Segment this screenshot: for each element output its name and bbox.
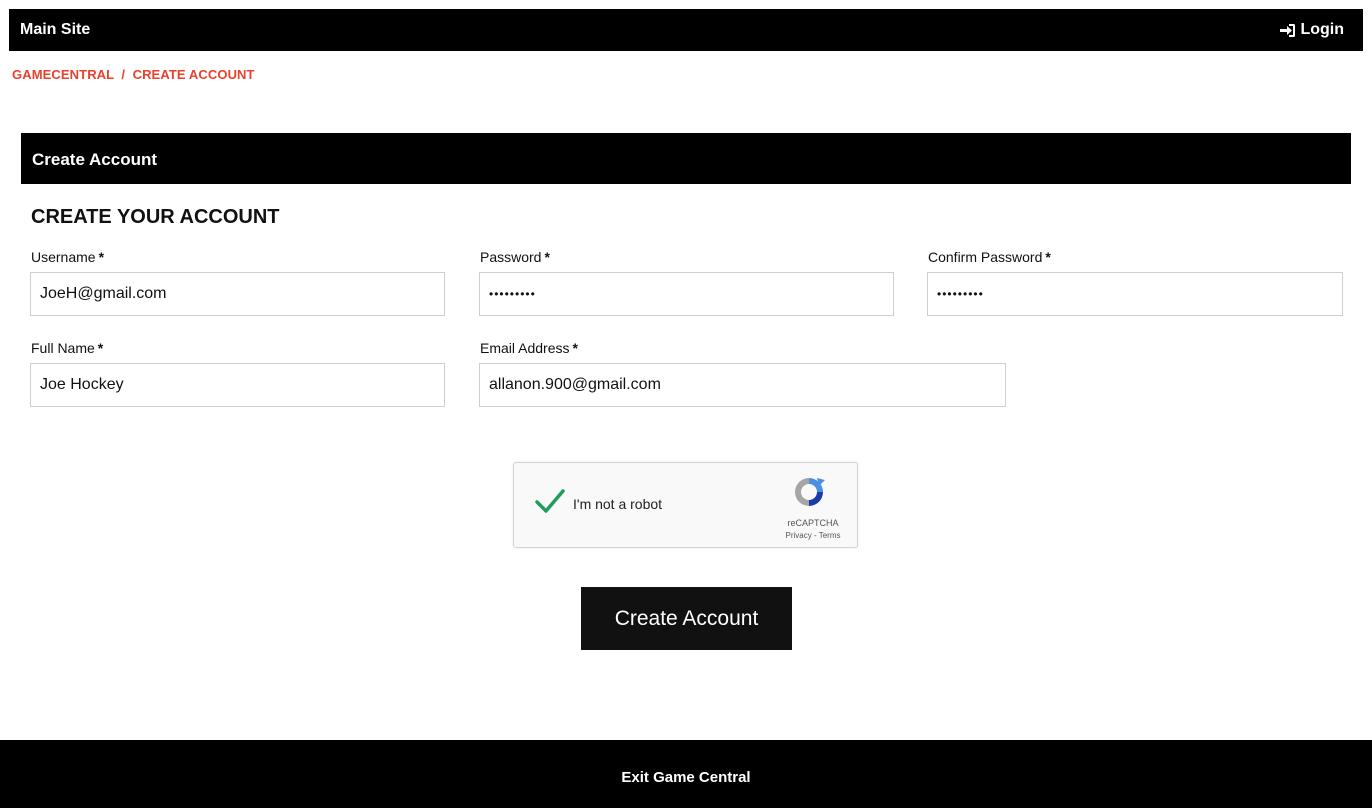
footer: Exit Game Central — [0, 740, 1372, 808]
panel-title: Create Account — [32, 150, 158, 169]
breadcrumb-current: CREATE ACCOUNT — [132, 67, 255, 82]
required-marker: * — [1045, 249, 1051, 265]
required-marker: * — [572, 340, 578, 356]
form-heading: CREATE YOUR ACCOUNT — [31, 206, 280, 228]
recaptcha-links[interactable]: Privacy - Terms — [780, 531, 846, 540]
confirm-password-label-text: Confirm Password — [928, 249, 1043, 265]
breadcrumb-home[interactable]: GAMECENTRAL — [12, 67, 114, 82]
username-label-text: Username — [31, 249, 96, 265]
password-label-text: Password — [480, 249, 542, 265]
main-site-link[interactable]: Main Site — [20, 21, 90, 39]
recaptcha-label: I'm not a robot — [573, 496, 663, 512]
login-label: Login — [1300, 21, 1344, 38]
email-field[interactable]: allanon.900@gmail.com — [479, 363, 1006, 407]
sign-in-icon — [1279, 23, 1296, 38]
username-field[interactable]: JoeH@gmail.com — [30, 272, 445, 316]
username-label: Username * — [31, 249, 104, 265]
top-navbar: Main Site Login — [9, 9, 1363, 51]
exit-game-central-link[interactable]: Exit Game Central — [0, 769, 1372, 786]
login-link[interactable]: Login — [1279, 21, 1344, 39]
recaptcha-logo-icon — [791, 474, 827, 515]
required-marker: * — [544, 249, 550, 265]
full-name-field[interactable]: Joe Hockey — [30, 363, 445, 407]
required-marker: * — [97, 340, 104, 356]
recaptcha-brand: reCAPTCHA — [787, 518, 839, 528]
email-label-text: Email Address — [480, 340, 570, 356]
create-account-button[interactable]: Create Account — [581, 587, 792, 650]
required-marker: * — [98, 249, 105, 265]
full-name-label-text: Full Name — [31, 340, 95, 356]
full-name-label: Full Name * — [31, 340, 103, 356]
recaptcha-widget: I'm not a robot reCAPTCHA Privacy - Term… — [513, 462, 858, 548]
confirm-password-field[interactable]: ••••••••• — [927, 272, 1343, 316]
password-field[interactable]: ••••••••• — [479, 272, 894, 316]
breadcrumb: GAMECENTRAL / CREATE ACCOUNT — [12, 67, 255, 82]
password-label: Password * — [480, 249, 550, 265]
checkmark-icon[interactable] — [534, 487, 566, 520]
email-label: Email Address * — [480, 340, 578, 356]
confirm-password-label: Confirm Password * — [928, 249, 1051, 265]
panel-header: Create Account — [21, 133, 1351, 184]
